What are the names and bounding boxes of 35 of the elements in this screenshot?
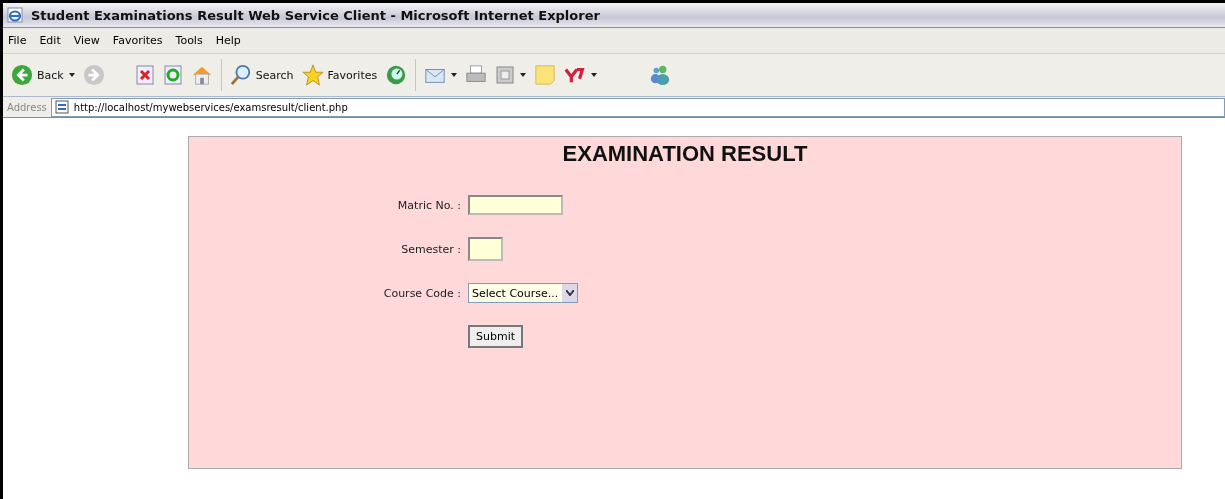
menu-item[interactable]: View <box>73 34 100 47</box>
menu-item[interactable]: Help <box>215 34 241 47</box>
stop-icon[interactable] <box>134 65 155 85</box>
dropdown-arrow-icon[interactable] <box>68 73 75 77</box>
text-field[interactable] <box>468 237 503 261</box>
form-title: EXAMINATION RESULT <box>561 141 809 167</box>
forward-icon[interactable] <box>82 64 105 86</box>
messenger-icon[interactable] <box>649 64 672 86</box>
menu-item[interactable]: Edit <box>39 34 61 47</box>
dropdown-arrow-icon[interactable] <box>451 73 458 77</box>
search-button[interactable]: Search <box>229 64 294 86</box>
field-label: Semester : <box>400 242 461 256</box>
favorites-button[interactable]: Favorites <box>301 64 378 86</box>
back-button[interactable]: Back <box>11 64 64 86</box>
course-dropdown[interactable]: Select Course... <box>468 283 579 303</box>
history-icon[interactable] <box>385 64 408 86</box>
dropdown-arrow-icon[interactable] <box>591 73 598 77</box>
dropdown-arrow-icon[interactable] <box>520 73 527 77</box>
chevron-down-icon <box>565 290 574 296</box>
window-title: Student Examinations Result Web Service Client - Microsoft Internet Explorer <box>31 7 600 23</box>
menu-item[interactable]: Tools <box>175 34 203 47</box>
menu-item[interactable]: File <box>8 34 27 47</box>
field-label: Course Code : <box>382 286 461 300</box>
star-icon <box>301 64 324 86</box>
field-label: Matric No. : <box>396 198 461 212</box>
browser-icon <box>7 7 23 23</box>
text-field[interactable] <box>468 195 563 215</box>
address-field[interactable]: http://localhost/mywebservices/examsresult/client.php <box>50 97 1225 117</box>
submit-button[interactable]: Submit <box>468 325 524 348</box>
address-label: Address <box>7 101 47 113</box>
page-icon <box>54 100 69 114</box>
refresh-icon[interactable] <box>162 65 183 85</box>
menu-item[interactable]: Favorites <box>112 34 163 47</box>
home-icon[interactable] <box>190 64 213 86</box>
search-icon <box>229 64 252 86</box>
